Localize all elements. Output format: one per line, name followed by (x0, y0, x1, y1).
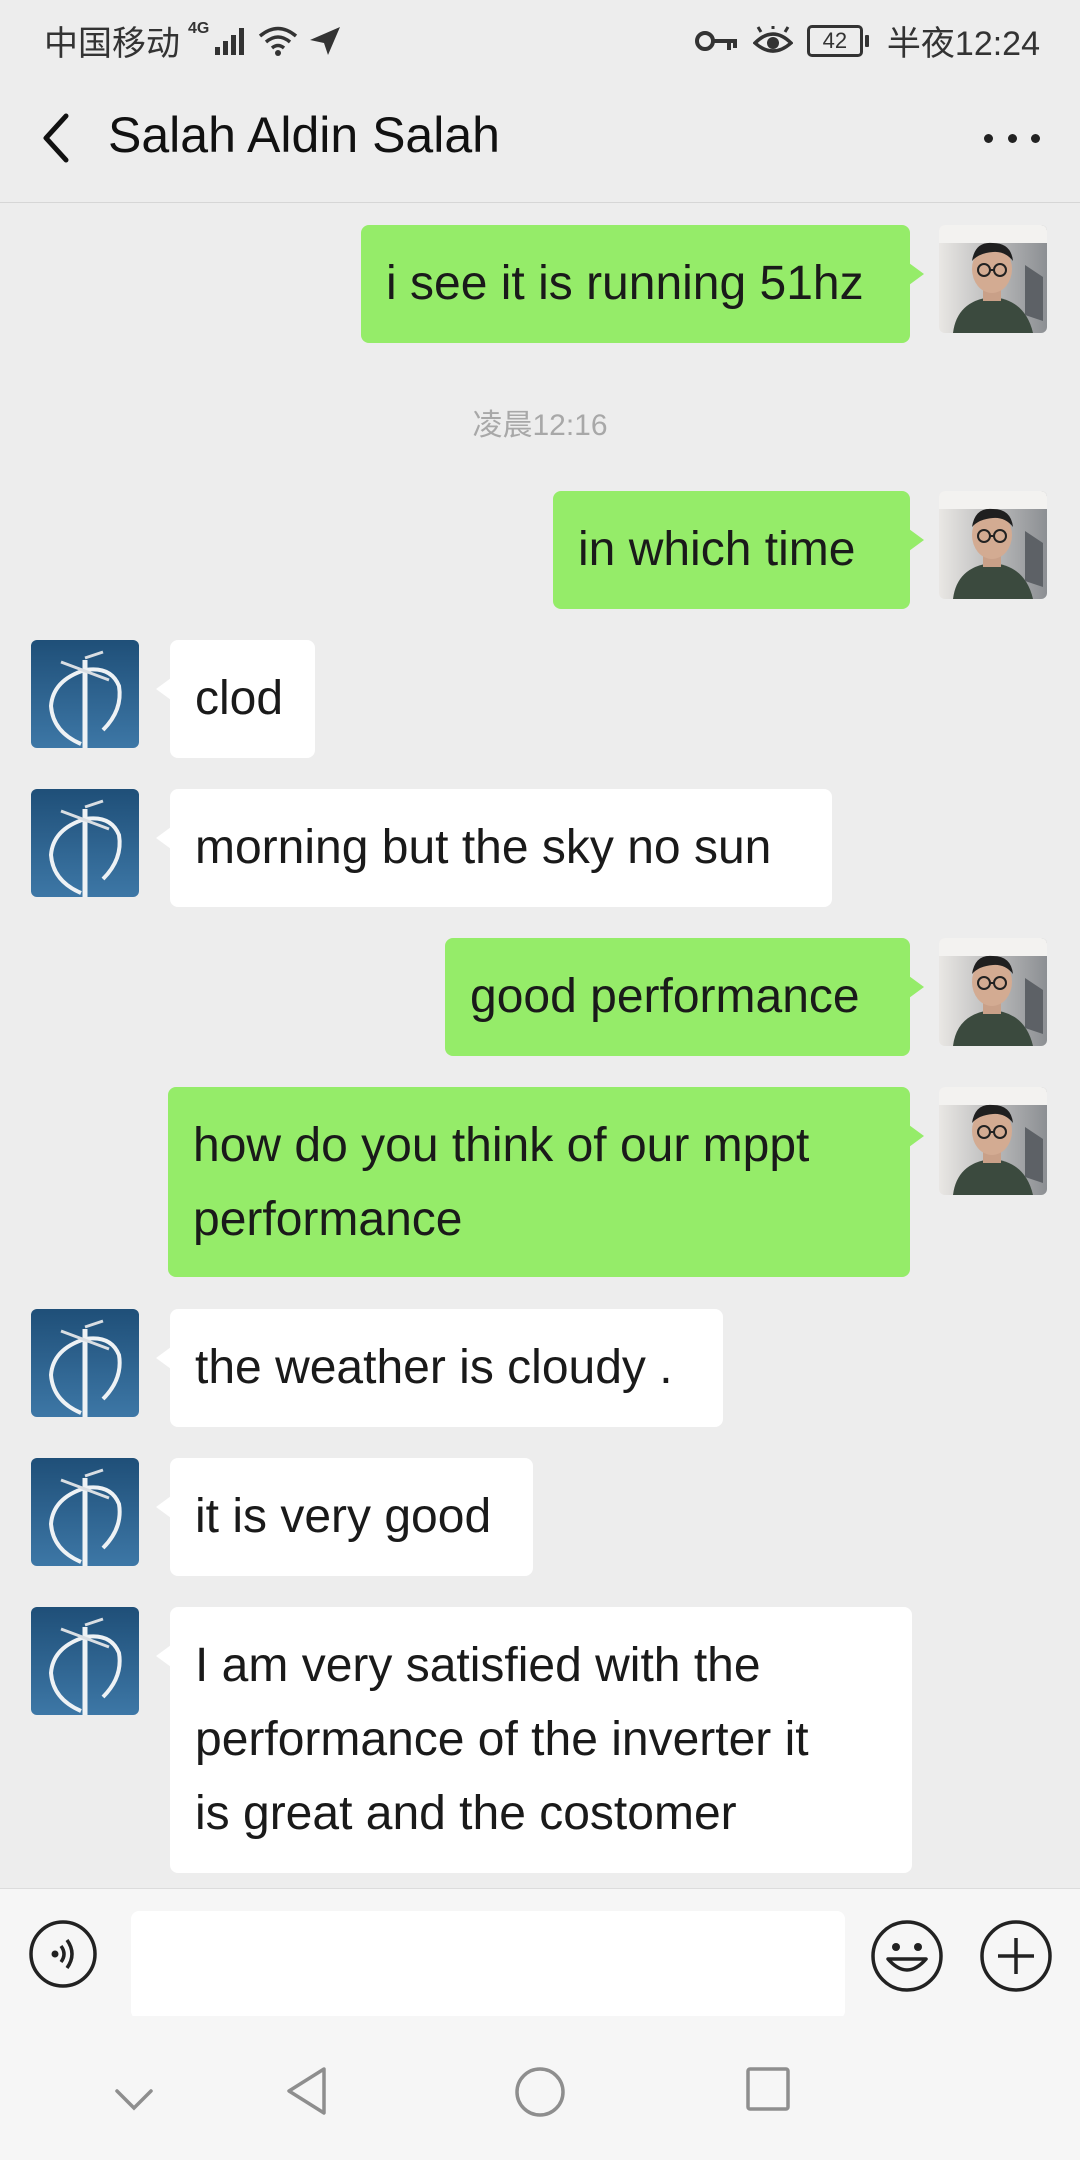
status-bar: 中国移动 4G 42 半夜12:24 (0, 0, 1080, 72)
back-arrow-icon[interactable] (36, 110, 76, 166)
send-icon (310, 26, 341, 55)
chat-messages[interactable]: i see it is running 51hz 凌晨12:16 in whic… (0, 203, 1080, 1888)
battery-level: 42 (822, 27, 848, 53)
message-text: it is very good (195, 1490, 492, 1543)
signal-icon (215, 27, 245, 55)
voice-icon[interactable] (28, 1919, 98, 1989)
status-left: 中国移动 4G (44, 16, 342, 65)
message-bubble-sent[interactable]: good performance (445, 938, 924, 1056)
message-input[interactable] (131, 1911, 845, 2019)
message-text: clod (195, 672, 284, 725)
message-text-line: is great and the costomer (195, 1787, 737, 1840)
my-avatar[interactable] (939, 1087, 1047, 1195)
message-bubble-sent[interactable]: how do you think of our mppt performance (168, 1087, 924, 1277)
message-text-line: how do you think of our mppt (193, 1119, 810, 1172)
carrier-name: 中国移动 (44, 25, 180, 63)
contact-avatar[interactable] (31, 1309, 139, 1417)
message-text: i see it is running 51hz (386, 257, 864, 310)
home-nav-icon[interactable] (514, 2066, 566, 2118)
message-bubble-received[interactable]: the weather is cloudy . (156, 1309, 723, 1427)
message-text-line: performance (193, 1193, 463, 1246)
recents-nav-icon[interactable] (745, 2066, 791, 2112)
key-icon (694, 30, 737, 51)
my-avatar[interactable] (939, 225, 1047, 333)
wifi-icon (259, 26, 298, 56)
message-text: in which time (578, 523, 856, 576)
message-bubble-sent[interactable]: in which time (553, 491, 924, 609)
contact-avatar[interactable] (31, 640, 139, 748)
system-nav-bar (0, 2016, 1080, 2160)
eye-icon (752, 25, 793, 53)
status-right: 42 半夜12:24 (694, 16, 1040, 65)
chat-header: Salah Aldin Salah (0, 72, 1080, 203)
message-text: the weather is cloudy . (195, 1341, 673, 1394)
status-time: 半夜12:24 (886, 25, 1040, 63)
plus-icon[interactable] (979, 1919, 1053, 1993)
hide-keyboard-icon[interactable] (114, 2088, 154, 2112)
message-text-line: I am very satisfied with the (195, 1639, 761, 1692)
battery-icon: 42 (806, 24, 869, 57)
message-bubble-received[interactable]: it is very good (156, 1458, 533, 1576)
my-avatar[interactable] (939, 938, 1047, 1046)
message-bubble-received[interactable]: morning but the sky no sun (156, 789, 832, 907)
message-timestamp: 凌晨12:16 (472, 409, 608, 442)
message-text: morning but the sky no sun (195, 821, 772, 874)
message-bubble-received[interactable]: I am very satisfied with the performance… (156, 1607, 912, 1873)
message-bubble-sent[interactable]: i see it is running 51hz (361, 225, 924, 343)
message-text: good performance (470, 970, 860, 1023)
message-text-line: performance of the inverter it (195, 1713, 809, 1766)
more-options-icon[interactable] (984, 128, 1040, 148)
message-input-bar (0, 1888, 1080, 2019)
contact-avatar[interactable] (31, 1607, 139, 1715)
message-bubble-received[interactable]: clod (156, 640, 315, 758)
emoji-icon[interactable] (870, 1919, 944, 1993)
contact-avatar[interactable] (31, 789, 139, 897)
back-nav-icon[interactable] (284, 2066, 328, 2116)
my-avatar[interactable] (939, 491, 1047, 599)
network-type: 4G (188, 19, 210, 37)
contact-avatar[interactable] (31, 1458, 139, 1566)
chat-title: Salah Aldin Salah (108, 107, 500, 163)
